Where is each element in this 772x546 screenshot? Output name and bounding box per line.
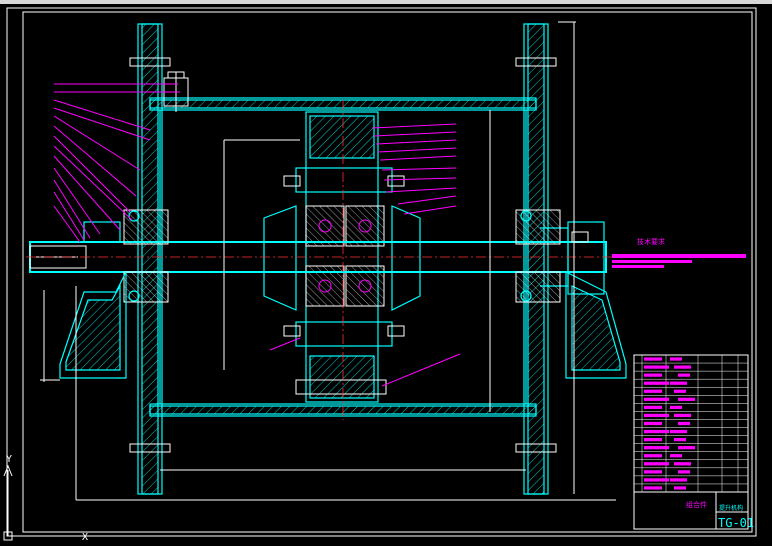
- bom-cell-mark: [670, 478, 687, 482]
- bom-cell-mark: [644, 454, 662, 458]
- bom-cell-mark: [644, 421, 662, 426]
- technical-requirements: 技术要求: [612, 237, 746, 268]
- bom-cell-mark: [674, 486, 686, 490]
- window-top-strip: [0, 0, 772, 4]
- bom-cell-mark: [678, 373, 690, 377]
- bom-cell-mark: [674, 389, 686, 393]
- bom-cell-mark: [644, 462, 669, 466]
- bom-cell-mark: [644, 446, 669, 450]
- tech-requirements-title: 技术要求: [637, 237, 665, 246]
- bom-cell-mark: [670, 429, 687, 434]
- bom-cell-mark: [678, 446, 695, 450]
- bom-cell-mark: [644, 413, 669, 418]
- right-support-stand: [565, 271, 627, 379]
- bom-cell-mark: [644, 381, 669, 385]
- ucs-x-label: X: [82, 532, 88, 542]
- title-block-part-name: 提升机构: [719, 504, 743, 512]
- ucs-icon: Y X: [3, 454, 88, 543]
- tech-req-line-2: [612, 260, 692, 263]
- bom-cell-mark: [644, 486, 662, 490]
- bom-cell-mark: [644, 365, 669, 369]
- title-block: 组合件 提升机构 TG-01: [633, 354, 754, 530]
- ucs-y-label: Y: [6, 454, 12, 465]
- bom-cell-mark: [644, 438, 662, 442]
- bom-table: [634, 355, 748, 492]
- bom-cell-mark: [670, 357, 682, 361]
- bom-cell-mark: [674, 438, 686, 442]
- drawing-canvas[interactable]: 技术要求 组合件 提升机构 TG-01 Y X: [0, 0, 772, 543]
- bom-cell-mark: [644, 373, 662, 377]
- title-block-material: 组合件: [686, 500, 707, 509]
- bom-cell-mark: [678, 397, 695, 401]
- bom-cell-mark: [674, 462, 691, 466]
- cad-drawing-viewport[interactable]: 技术要求 组合件 提升机构 TG-01 Y X: [0, 0, 772, 543]
- title-block-drawing-number: TG-01: [718, 516, 754, 530]
- left-support-stand: [59, 271, 127, 379]
- bom-cell-mark: [674, 413, 691, 418]
- assembly-section-view: [26, 23, 627, 495]
- bom-cell-mark: [644, 470, 662, 474]
- bom-cell-mark: [674, 365, 691, 369]
- bom-cell-mark: [678, 421, 690, 426]
- bom-cell-mark: [670, 381, 687, 385]
- tech-req-line-3: [612, 265, 664, 268]
- bom-cell-mark: [644, 478, 669, 482]
- bom-cell-mark: [644, 397, 669, 401]
- bom-cell-mark: [644, 405, 662, 409]
- bom-cell-mark: [678, 470, 690, 474]
- bom-cell-mark: [644, 389, 662, 393]
- bom-cell-mark: [670, 405, 682, 409]
- tech-req-line-1: [612, 254, 746, 258]
- bom-cell-mark: [670, 454, 682, 458]
- bom-cell-mark: [644, 357, 662, 361]
- right-end-plate: [515, 23, 557, 495]
- hub-bearings: [305, 205, 385, 307]
- bom-cell-mark: [644, 429, 669, 434]
